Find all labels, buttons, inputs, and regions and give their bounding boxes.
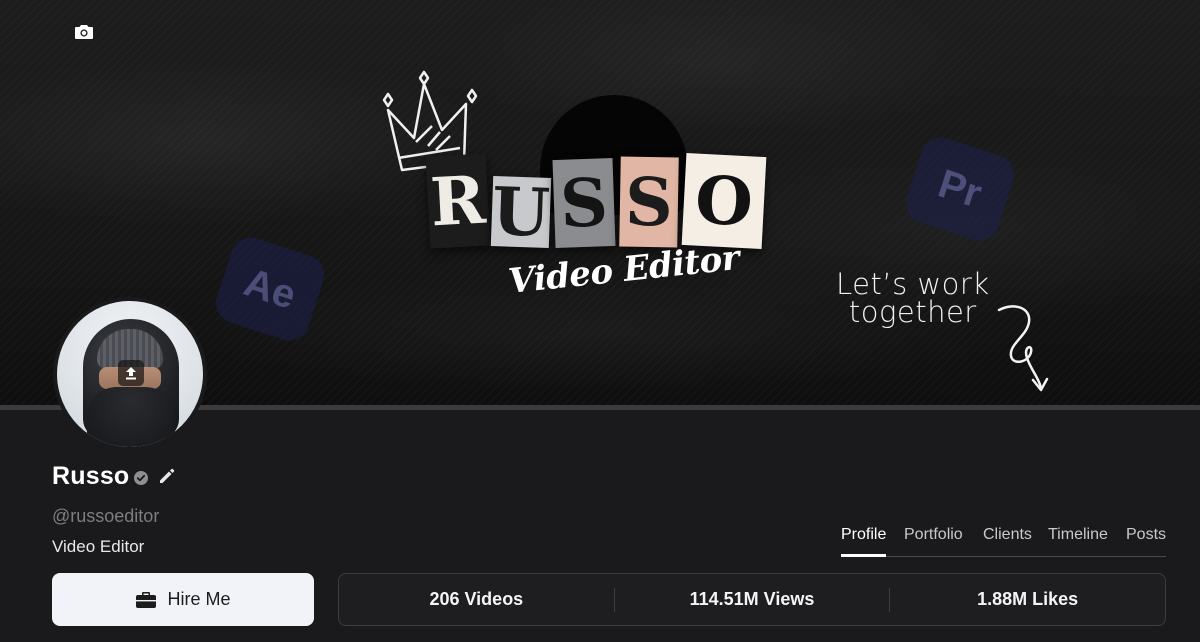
premiere-pro-logo: Pr xyxy=(900,132,1020,246)
banner-cta-text: Let’s work together xyxy=(836,267,990,329)
profile-handle: @russoeditor xyxy=(52,506,160,526)
hire-me-label: Hire Me xyxy=(167,589,231,609)
banner-letter: S xyxy=(619,156,679,248)
upload-icon xyxy=(126,367,136,380)
upload-avatar-button[interactable] xyxy=(118,360,144,386)
pencil-icon[interactable] xyxy=(157,466,177,486)
banner-letter: S xyxy=(552,157,616,249)
tab-profile[interactable]: Profile xyxy=(841,524,887,557)
banner-letter: O xyxy=(681,152,767,250)
profile-tabs: Profile Portfolio Clients Timeline Posts xyxy=(841,524,1166,557)
profile-name-row: Russo xyxy=(52,462,177,491)
stat-likes: 1.88M Likes xyxy=(977,589,1079,609)
profile-name: Russo xyxy=(52,462,130,490)
after-effects-logo: Ae xyxy=(210,232,330,346)
change-cover-button[interactable] xyxy=(66,16,102,48)
banner-cta-line1: Let’s work xyxy=(836,267,990,301)
banner-letter: U xyxy=(490,172,552,252)
stat-views: 114.51M Views xyxy=(689,589,815,609)
tab-clients[interactable]: Clients xyxy=(983,524,1032,557)
tab-portfolio[interactable]: Portfolio xyxy=(904,524,963,557)
curly-arrow-icon xyxy=(997,305,1049,392)
hire-me-button[interactable]: Hire Me xyxy=(52,573,314,626)
banner-letter: R xyxy=(425,153,491,249)
verified-badge-icon xyxy=(134,471,149,485)
profile-role: Video Editor xyxy=(52,537,145,556)
banner-cta-line2: together xyxy=(848,295,977,329)
stat-videos: 206 Videos xyxy=(429,589,524,609)
profile-stats: 206 Videos 114.51M Views 1.88M Likes xyxy=(338,573,1166,626)
briefcase-icon xyxy=(136,591,157,608)
banner-title-letters: R U S S O xyxy=(425,145,767,252)
tab-posts[interactable]: Posts xyxy=(1126,524,1166,557)
tab-timeline[interactable]: Timeline xyxy=(1048,524,1108,557)
camera-icon xyxy=(75,25,93,39)
